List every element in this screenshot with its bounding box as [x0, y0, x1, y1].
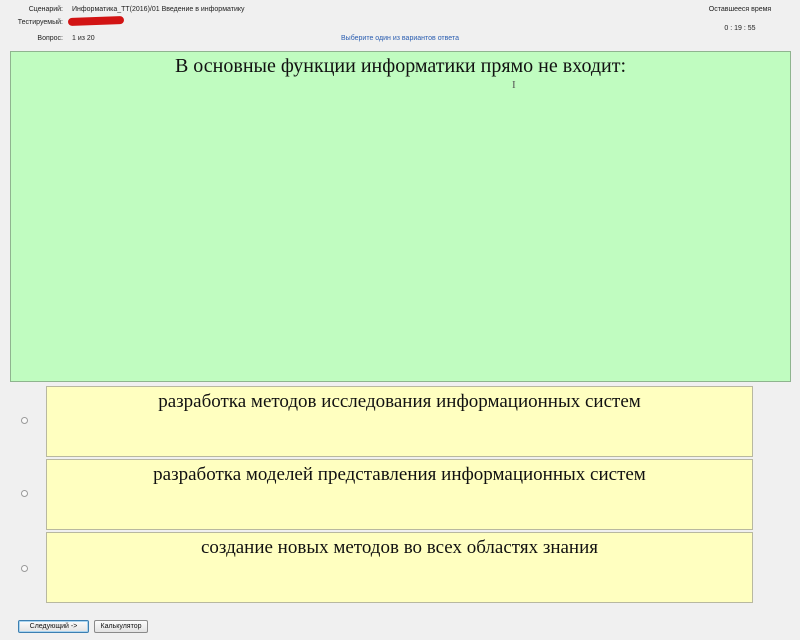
scenario-label: Сценарий: [28, 6, 63, 13]
remaining-time-label: Оставшееся время [708, 6, 772, 13]
calculator-button[interactable]: Калькулятор [94, 620, 148, 633]
next-button[interactable]: Следующий -> [18, 620, 89, 633]
answer-radio-1[interactable] [21, 417, 28, 424]
question-panel: В основные функции информатики прямо не … [10, 51, 791, 382]
scenario-value: Информатика_ТТ(2016)/01 Введение в инфор… [72, 6, 245, 13]
answer-text-2: разработка моделей представления информа… [153, 464, 646, 485]
answer-radio-3[interactable] [21, 565, 28, 572]
redacted-name-scribble [67, 16, 125, 26]
answer-text-1: разработка методов исследования информац… [158, 391, 641, 412]
text-cursor-icon: I [512, 79, 516, 91]
answer-text-3: создание новых методов во всех областях … [200, 537, 599, 558]
answer-box-2[interactable]: разработка моделей представления информа… [46, 459, 753, 530]
instruction-hint: Выберите один из вариантов ответа [341, 35, 459, 42]
remaining-time-value: 0 : 19 : 55 [724, 25, 756, 32]
answer-box-3[interactable]: создание новых методов во всех областях … [46, 532, 753, 603]
answer-box-1[interactable]: разработка методов исследования информац… [46, 386, 753, 457]
question-text: В основные функции информатики прямо не … [174, 55, 627, 77]
tester-label: Тестируемый: [17, 19, 63, 26]
answer-radio-2[interactable] [21, 490, 28, 497]
